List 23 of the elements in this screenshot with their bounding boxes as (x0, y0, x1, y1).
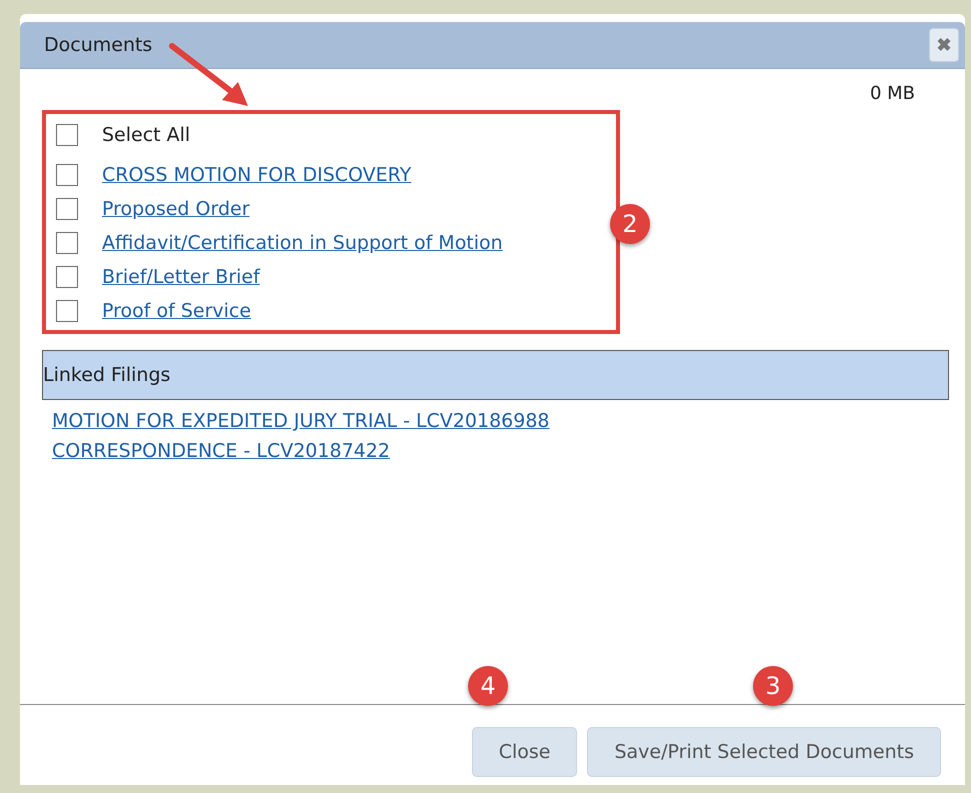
callout-badge: 2 (610, 204, 650, 244)
close-button[interactable]: ✖ (929, 28, 959, 62)
callout-badge: 4 (468, 666, 508, 706)
dialog-title: Documents (44, 34, 152, 56)
callout-badge: 3 (753, 666, 793, 706)
document-link[interactable]: Proof of Service (102, 300, 252, 322)
checkbox[interactable] (56, 198, 78, 220)
checkbox[interactable] (56, 124, 78, 146)
checkbox[interactable] (56, 232, 78, 254)
document-link[interactable]: CROSS MOTION FOR DISCOVERY (102, 164, 412, 186)
close-button[interactable]: Close (472, 727, 578, 777)
document-link[interactable]: Brief/Letter Brief (102, 266, 260, 288)
save-print-button[interactable]: Save/Print Selected Documents (587, 727, 941, 777)
total-size: 0 MB (870, 83, 915, 104)
checkbox[interactable] (56, 164, 78, 186)
checkbox[interactable] (56, 300, 78, 322)
document-link[interactable]: Proposed Order (102, 198, 250, 220)
filing-link[interactable]: CORRESPONDENCE - LCV20187422 (52, 440, 390, 462)
document-link[interactable]: Affidavit/Certification in Support of Motion (102, 232, 503, 254)
checkbox[interactable] (56, 266, 78, 288)
select-all-label: Select All (102, 124, 190, 146)
section-title: Linked Filings (43, 364, 170, 386)
filing-link[interactable]: MOTION FOR EXPEDITED JURY TRIAL - LCV20186988 (52, 410, 550, 432)
